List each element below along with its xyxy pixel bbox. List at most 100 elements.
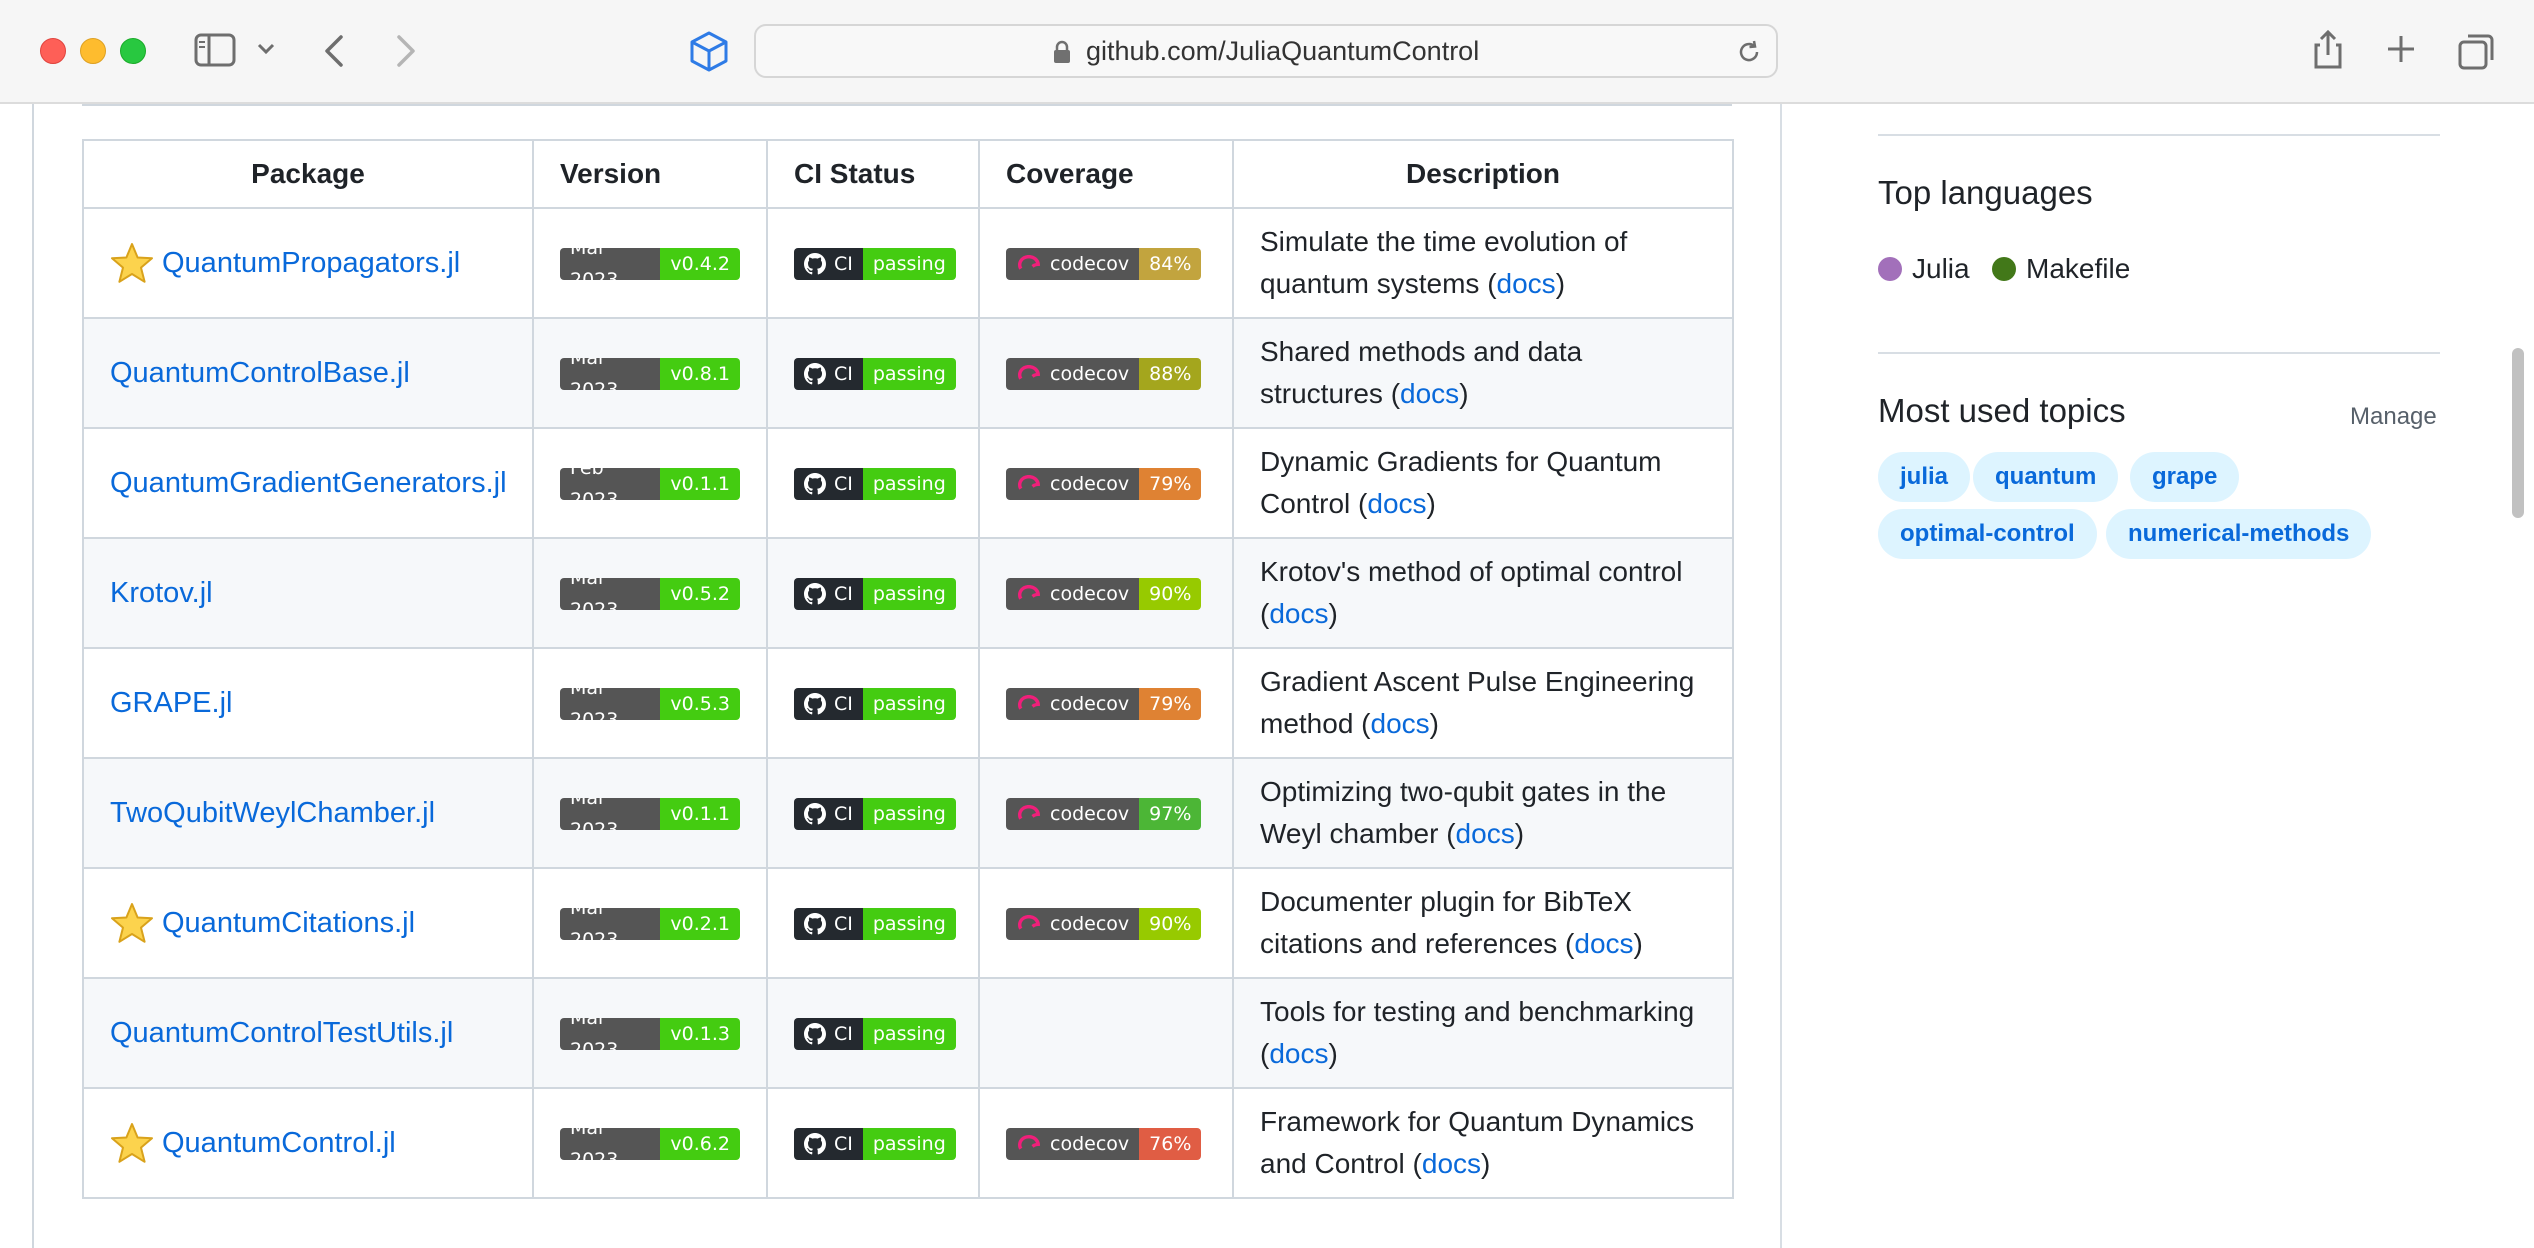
package-link[interactable]: QuantumControlTestUtils.jl xyxy=(110,1017,453,1050)
close-window-button[interactable] xyxy=(40,38,66,64)
version-badge[interactable]: Mar 2023 v0.5.3 xyxy=(560,687,740,720)
column-divider xyxy=(1780,104,1782,1248)
coverage-badge[interactable]: codecov 79% xyxy=(1006,687,1202,720)
package-link[interactable]: QuantumPropagators.jl xyxy=(162,247,460,280)
reload-icon[interactable] xyxy=(1736,39,1762,70)
table-row: QuantumPropagators.jl Mar 2023 v0.4.2 CI… xyxy=(82,207,1734,319)
minimize-window-button[interactable] xyxy=(80,38,106,64)
version-badge[interactable]: Mar 2023 v0.2.1 xyxy=(560,907,740,940)
topic-tag[interactable]: julia xyxy=(1878,452,1971,502)
ci-badge[interactable]: CI passing xyxy=(794,357,956,390)
lock-icon xyxy=(1052,40,1072,69)
docs-link[interactable]: docs xyxy=(1371,708,1430,739)
description-close: ) xyxy=(1514,818,1525,849)
docs-link[interactable]: docs xyxy=(1367,488,1426,519)
package-cell: Krotov.jl xyxy=(82,537,534,649)
ci-badge[interactable]: CI passing xyxy=(794,467,956,500)
coverage-badge[interactable]: codecov 88% xyxy=(1006,357,1202,390)
coverage-value: 76% xyxy=(1139,1127,1202,1160)
package-link[interactable]: QuantumControlBase.jl xyxy=(110,357,410,390)
ci-status: passing xyxy=(862,247,956,280)
docs-link[interactable]: docs xyxy=(1456,818,1515,849)
sidebar-divider xyxy=(1878,352,2440,354)
ci-cell: CI passing xyxy=(766,867,980,979)
table-row: QuantumCitations.jl Mar 2023 v0.2.1 CI p… xyxy=(82,867,1734,979)
coverage-badge[interactable]: codecov 97% xyxy=(1006,797,1202,830)
coverage-label: codecov xyxy=(1050,582,1130,605)
version-number: v0.1.3 xyxy=(660,1017,740,1050)
version-badge[interactable]: Mar 2023 v0.6.2 xyxy=(560,1127,740,1160)
docs-link[interactable]: docs xyxy=(1574,928,1633,959)
back-icon[interactable] xyxy=(322,34,346,68)
topic-tag[interactable]: grape xyxy=(2130,452,2240,502)
ci-status: passing xyxy=(862,907,956,940)
ci-badge[interactable]: CI passing xyxy=(794,1017,956,1050)
cube-icon[interactable] xyxy=(688,30,730,72)
docs-link[interactable]: docs xyxy=(1269,1038,1328,1069)
package-link[interactable]: QuantumCitations.jl xyxy=(162,907,415,940)
share-icon[interactable] xyxy=(2312,28,2344,70)
manage-topics-link[interactable]: Manage xyxy=(2350,403,2437,431)
package-cell: GRAPE.jl xyxy=(82,647,534,759)
docs-link[interactable]: docs xyxy=(1400,378,1459,409)
ci-status: passing xyxy=(862,357,956,390)
topic-tag[interactable]: optimal-control xyxy=(1878,509,2097,559)
ci-label: CI xyxy=(834,912,853,935)
package-link[interactable]: QuantumControl.jl xyxy=(162,1127,396,1160)
version-badge[interactable]: Mar 2023 v0.1.3 xyxy=(560,1017,740,1050)
docs-link[interactable]: docs xyxy=(1269,598,1328,629)
description-close: ) xyxy=(1459,378,1469,409)
topic-tag[interactable]: quantum xyxy=(1973,452,2119,502)
ci-badge[interactable]: CI passing xyxy=(794,247,956,280)
table-row: QuantumControlTestUtils.jl Mar 2023 v0.1… xyxy=(82,977,1734,1089)
version-badge[interactable]: Mar 2023 v0.1.1 xyxy=(560,797,740,830)
package-link[interactable]: Krotov.jl xyxy=(110,577,213,610)
version-badge[interactable]: Mar 2023 v0.8.1 xyxy=(560,357,740,390)
ci-badge[interactable]: CI passing xyxy=(794,1127,956,1160)
version-cell: Feb 2023 v0.1.1 xyxy=(532,427,768,539)
docs-link[interactable]: docs xyxy=(1422,1148,1481,1179)
coverage-badge[interactable]: codecov 90% xyxy=(1006,907,1202,940)
package-link[interactable]: GRAPE.jl xyxy=(110,687,232,720)
language-item[interactable]: Julia xyxy=(1878,253,1970,285)
description-close: ) xyxy=(1328,598,1338,629)
new-tab-icon[interactable] xyxy=(2386,34,2416,64)
coverage-label: codecov xyxy=(1050,912,1130,935)
docs-link[interactable]: docs xyxy=(1497,268,1556,299)
coverage-label: codecov xyxy=(1050,1132,1130,1155)
description-close: ) xyxy=(1633,928,1643,959)
address-bar[interactable]: github.com/JuliaQuantumControl xyxy=(754,24,1778,78)
description-close: ) xyxy=(1426,488,1436,519)
zoom-window-button[interactable] xyxy=(120,38,146,64)
star-icon xyxy=(110,1122,154,1164)
chevron-down-icon[interactable] xyxy=(256,42,276,56)
version-badge[interactable]: Feb 2023 v0.1.1 xyxy=(560,467,740,500)
ci-badge[interactable]: CI passing xyxy=(794,687,956,720)
description-cell: Framework for Quantum Dynamics and Contr… xyxy=(1232,1087,1734,1199)
description-close: ) xyxy=(1481,1148,1491,1179)
coverage-label: codecov xyxy=(1050,472,1130,495)
scrollbar-thumb[interactable] xyxy=(2512,348,2524,518)
coverage-badge[interactable]: codecov 79% xyxy=(1006,467,1202,500)
package-cell: QuantumGradientGenerators.jl xyxy=(82,427,534,539)
github-icon xyxy=(804,252,826,275)
version-badge[interactable]: Mar 2023 v0.5.2 xyxy=(560,577,740,610)
coverage-value: 84% xyxy=(1139,247,1202,280)
package-link[interactable]: TwoQubitWeylChamber.jl xyxy=(110,797,435,830)
language-color-dot xyxy=(1992,257,2016,281)
ci-badge[interactable]: CI passing xyxy=(794,577,956,610)
language-item[interactable]: Makefile xyxy=(1992,253,2130,285)
package-link[interactable]: QuantumGradientGenerators.jl xyxy=(110,467,507,500)
tab-overview-icon[interactable] xyxy=(2458,32,2496,70)
ci-badge[interactable]: CI passing xyxy=(794,797,956,830)
codecov-icon xyxy=(1018,1134,1040,1150)
topic-tag[interactable]: numerical-methods xyxy=(2106,509,2372,559)
forward-icon[interactable] xyxy=(394,34,418,68)
coverage-badge[interactable]: codecov 76% xyxy=(1006,1127,1202,1160)
version-badge[interactable]: Mar 2023 v0.4.2 xyxy=(560,247,740,280)
version-cell: Mar 2023 v0.8.1 xyxy=(532,317,768,429)
coverage-badge[interactable]: codecov 84% xyxy=(1006,247,1202,280)
coverage-badge[interactable]: codecov 90% xyxy=(1006,577,1202,610)
sidebar-toggle-icon[interactable] xyxy=(194,33,236,67)
ci-badge[interactable]: CI passing xyxy=(794,907,956,940)
